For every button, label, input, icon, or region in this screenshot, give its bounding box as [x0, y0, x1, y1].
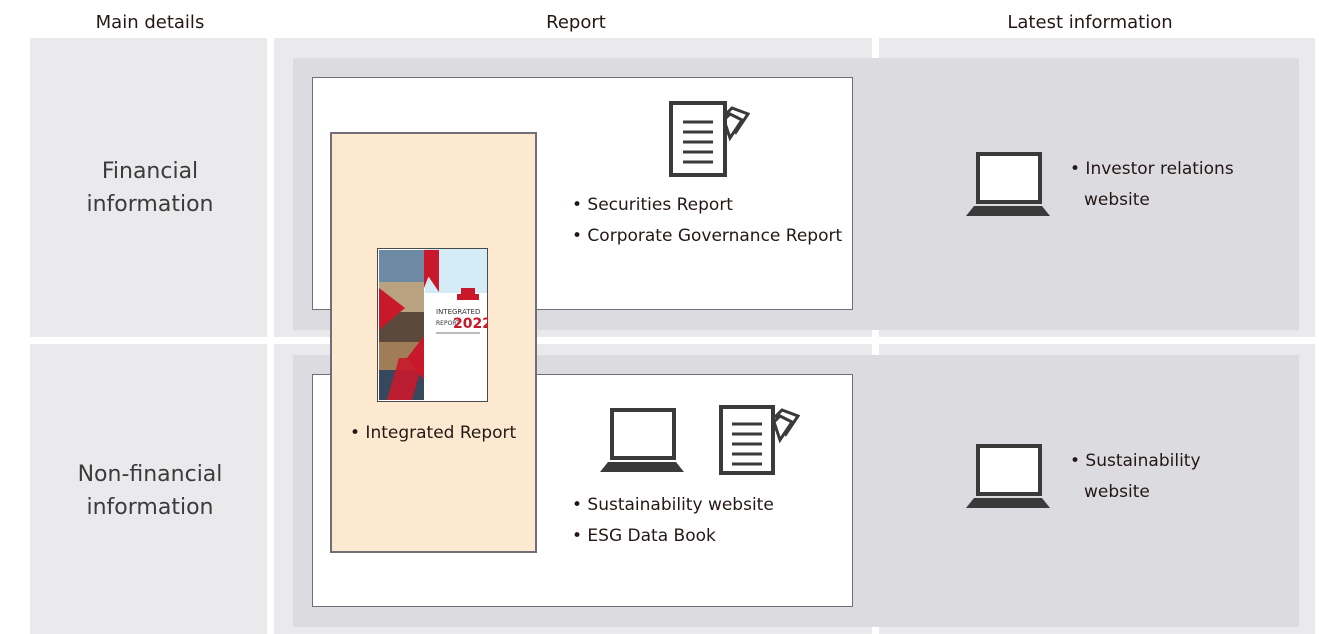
integrated-report-cover: INTEGRATED REPORT 2022 — [377, 248, 492, 402]
financial-report-list: • Securities Report • Corporate Governan… — [572, 190, 842, 252]
investor-relations-line2: website — [1084, 190, 1150, 210]
column-header-latest-information: Latest information — [1007, 12, 1173, 33]
row-label-non-financial-line1: Non-financial — [77, 462, 223, 487]
integrated-report-label: • Integrated Report — [350, 423, 517, 443]
row-label-financial-line2: information — [86, 192, 214, 217]
non-financial-report-item: • ESG Data Book — [572, 526, 716, 546]
non-financial-report-list: • Sustainability website • ESG Data Book — [572, 490, 774, 552]
sustainability-website-label: • Sustainability website — [1070, 446, 1201, 508]
cover-text-year: 2022 — [453, 316, 488, 332]
row-label-non-financial-line2: information — [86, 495, 214, 520]
row-label-financial: Financial information — [30, 155, 270, 221]
laptop-icon — [966, 444, 1050, 508]
investor-relations-line1: • Investor relations — [1070, 159, 1234, 179]
document-icon — [668, 100, 750, 178]
investor-relations-website-label: • Investor relations website — [1070, 154, 1234, 216]
laptop-icon — [966, 152, 1050, 216]
column-header-report: Report — [546, 12, 606, 33]
non-financial-report-item: • Sustainability website — [572, 495, 774, 515]
sustainability-line2: website — [1084, 482, 1150, 502]
column-header-main-details: Main details — [95, 12, 205, 33]
row-label-financial-line1: Financial — [101, 159, 199, 184]
document-icon — [718, 404, 800, 476]
financial-report-item: • Securities Report — [572, 195, 733, 215]
financial-report-item: • Corporate Governance Report — [572, 226, 843, 246]
row-label-non-financial: Non-financial information — [30, 458, 270, 524]
laptop-icon — [600, 408, 684, 472]
cover-text-integrated: INTEGRATED — [436, 308, 480, 316]
sustainability-line1: • Sustainability — [1070, 451, 1201, 471]
integrated-report-cover-image: INTEGRATED REPORT 2022 — [377, 248, 492, 402]
